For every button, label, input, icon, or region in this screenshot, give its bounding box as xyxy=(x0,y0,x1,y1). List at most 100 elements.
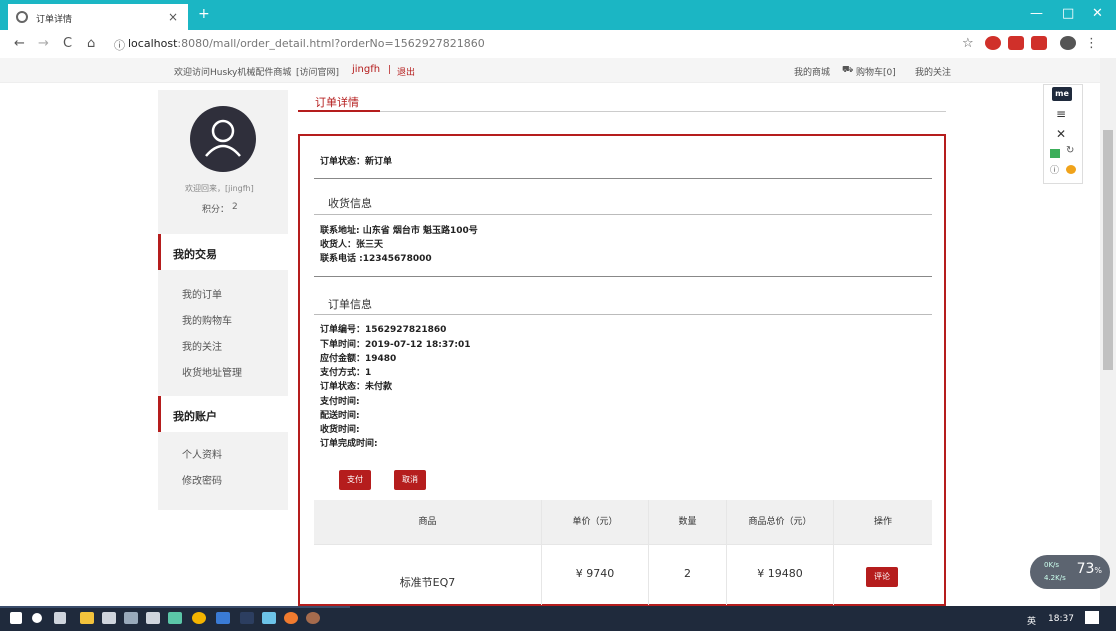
username-link[interactable]: jingfh xyxy=(352,64,380,75)
url-field[interactable]: localhost:8080/mall/order_detail.html?or… xyxy=(128,37,485,50)
chrome-icon[interactable] xyxy=(192,612,206,624)
receive-time: 收货时间: xyxy=(320,425,360,435)
review-button[interactable]: 评论 xyxy=(866,567,898,587)
notification-icon[interactable] xyxy=(1085,611,1099,624)
taskbar-highlight xyxy=(0,606,350,608)
taskbar-app-icon[interactable] xyxy=(240,612,254,624)
maximize-icon[interactable]: □ xyxy=(1062,6,1074,21)
me-extension-icon[interactable]: me xyxy=(1052,87,1072,101)
table-header-action: 操作 xyxy=(834,500,932,544)
task-view-icon[interactable] xyxy=(54,612,66,624)
new-tab-button[interactable]: + xyxy=(198,6,210,22)
pay-button[interactable]: 支付 xyxy=(339,470,371,490)
sidebar-item-follow[interactable]: 我的关注 xyxy=(182,338,222,353)
phone: 联系电话 :12345678000 xyxy=(320,254,432,264)
speed-percent-value: 73 xyxy=(1076,561,1095,577)
sidebar-item-address[interactable]: 收货地址管理 xyxy=(182,364,242,379)
extension-icon-3[interactable] xyxy=(1031,36,1047,50)
file-explorer-icon[interactable] xyxy=(80,612,94,624)
menu-icon[interactable]: ⋮ xyxy=(1085,36,1098,51)
title-divider xyxy=(298,111,946,112)
url-host: localhost xyxy=(128,37,178,50)
browser-tab[interactable]: 订单详情 × xyxy=(8,4,188,30)
sidebar-item-password[interactable]: 修改密码 xyxy=(182,472,222,487)
user-icon xyxy=(205,119,241,157)
taskbar-app-icon[interactable] xyxy=(284,612,298,624)
info-circle-icon[interactable]: ⓘ xyxy=(1050,163,1059,176)
points-label: 积分： xyxy=(202,205,230,215)
sidebar-item-cart[interactable]: 我的购物车 xyxy=(182,312,232,327)
ship-time: 配送时间: xyxy=(320,411,360,421)
table-header-product: 商品 xyxy=(314,500,542,544)
taskbar-app-icon[interactable] xyxy=(124,612,138,624)
finish-time: 订单完成时间: xyxy=(320,439,378,449)
search-icon[interactable] xyxy=(146,612,160,624)
globe-icon xyxy=(16,11,28,23)
tab-close-icon[interactable]: × xyxy=(168,10,178,24)
ime-indicator[interactable]: 英 xyxy=(1027,614,1036,627)
table-cell-total: ¥ 19480 xyxy=(727,544,834,605)
network-speed-widget[interactable]: 0K/s 4.2K/s 73% xyxy=(1030,555,1110,589)
order-number: 订单编号：1562927821860 xyxy=(320,325,447,335)
shipping-section-title: 收货信息 xyxy=(328,197,372,210)
hamburger-icon[interactable]: ≡ xyxy=(1056,107,1066,121)
order-info-section-title: 订单信息 xyxy=(328,298,372,311)
taskbar-app-icon[interactable] xyxy=(306,612,320,624)
account-section-title: 我的账户 xyxy=(173,410,217,423)
points-value: 2 xyxy=(232,202,238,212)
sidebar-item-orders[interactable]: 我的订单 xyxy=(182,286,222,301)
floating-toolbar: me ≡ ✕ ↻ ⓘ xyxy=(1043,84,1083,184)
taskbar-app-icon[interactable] xyxy=(168,612,182,624)
cancel-button[interactable]: 取消 xyxy=(394,470,426,490)
speed-percent: 73% xyxy=(1077,561,1102,577)
eye-icon[interactable] xyxy=(1066,165,1076,174)
table-header-qty: 数量 xyxy=(649,500,727,544)
url-path: :8080/mall/order_detail.html?orderNo=156… xyxy=(177,37,485,50)
download-speed: 4.2K/s xyxy=(1044,574,1066,582)
cart-icon: ⛟ xyxy=(842,65,854,75)
forward-icon[interactable]: → xyxy=(38,36,49,51)
close-window-icon[interactable]: ✕ xyxy=(1092,6,1103,21)
info-icon[interactable]: ⓘ xyxy=(114,37,125,53)
taskbar-clock[interactable]: 18:37 xyxy=(1048,614,1074,624)
payment-method: 支付方式：1 xyxy=(320,368,372,378)
home-icon[interactable]: ⌂ xyxy=(87,36,95,51)
sidebar-welcome: 欢迎回来，[jingfh] xyxy=(185,184,254,193)
trade-section-header: 我的交易 xyxy=(158,234,288,270)
order-time: 下单时间：2019-07-12 18:37:01 xyxy=(320,340,471,350)
word-icon[interactable] xyxy=(216,612,230,624)
screenshot-icon[interactable] xyxy=(1050,149,1060,158)
back-icon[interactable]: ← xyxy=(14,36,25,51)
order-status: 订单状态：未付款 xyxy=(320,382,393,392)
sidebar-item-profile[interactable]: 个人资料 xyxy=(182,446,222,461)
my-mall-link[interactable]: 我的商城 xyxy=(794,65,830,78)
profile-icon[interactable] xyxy=(1060,36,1076,50)
contact-address: 联系地址: 山东省 烟台市 魁玉路100号 xyxy=(320,226,478,236)
official-site-link[interactable]: [访问官网] xyxy=(296,65,339,78)
table-cell-product[interactable]: 标准节EQ7 xyxy=(314,544,542,605)
my-follow-link[interactable]: 我的关注 xyxy=(915,65,951,78)
cart-link[interactable]: 购物车[0] xyxy=(856,65,896,78)
bookmark-star-icon[interactable]: ☆ xyxy=(962,36,974,51)
abp-extension-icon[interactable] xyxy=(985,36,1001,50)
avatar xyxy=(190,106,256,172)
title-active-underline xyxy=(298,110,380,112)
windows-start-icon[interactable] xyxy=(10,612,22,624)
order-status-line: 订单状态：新订单 xyxy=(320,157,393,167)
magic-wand-icon[interactable]: ✕ xyxy=(1056,127,1066,141)
logout-link[interactable]: 退出 xyxy=(397,65,415,78)
taskbar-app-icon[interactable] xyxy=(102,612,116,624)
taskbar-app-icon[interactable] xyxy=(262,612,276,624)
minimize-icon[interactable]: — xyxy=(1030,6,1043,21)
reload-icon[interactable]: C xyxy=(63,36,72,51)
refresh-icon[interactable]: ↻ xyxy=(1066,145,1074,156)
page-title: 订单详情 xyxy=(315,96,359,109)
scrollbar-thumb[interactable] xyxy=(1103,130,1113,370)
cortana-icon[interactable] xyxy=(32,613,42,623)
pay-time: 支付时间: xyxy=(320,397,360,407)
extension-icon-2[interactable] xyxy=(1008,36,1024,50)
divider xyxy=(314,214,932,215)
amount-due: 应付金额：19480 xyxy=(320,354,397,364)
order-items-table: 商品 单价（元） 数量 商品总价（元） 操作 标准节EQ7 ¥ 9740 2 ¥… xyxy=(314,500,932,605)
upload-speed: 0K/s xyxy=(1044,561,1060,569)
